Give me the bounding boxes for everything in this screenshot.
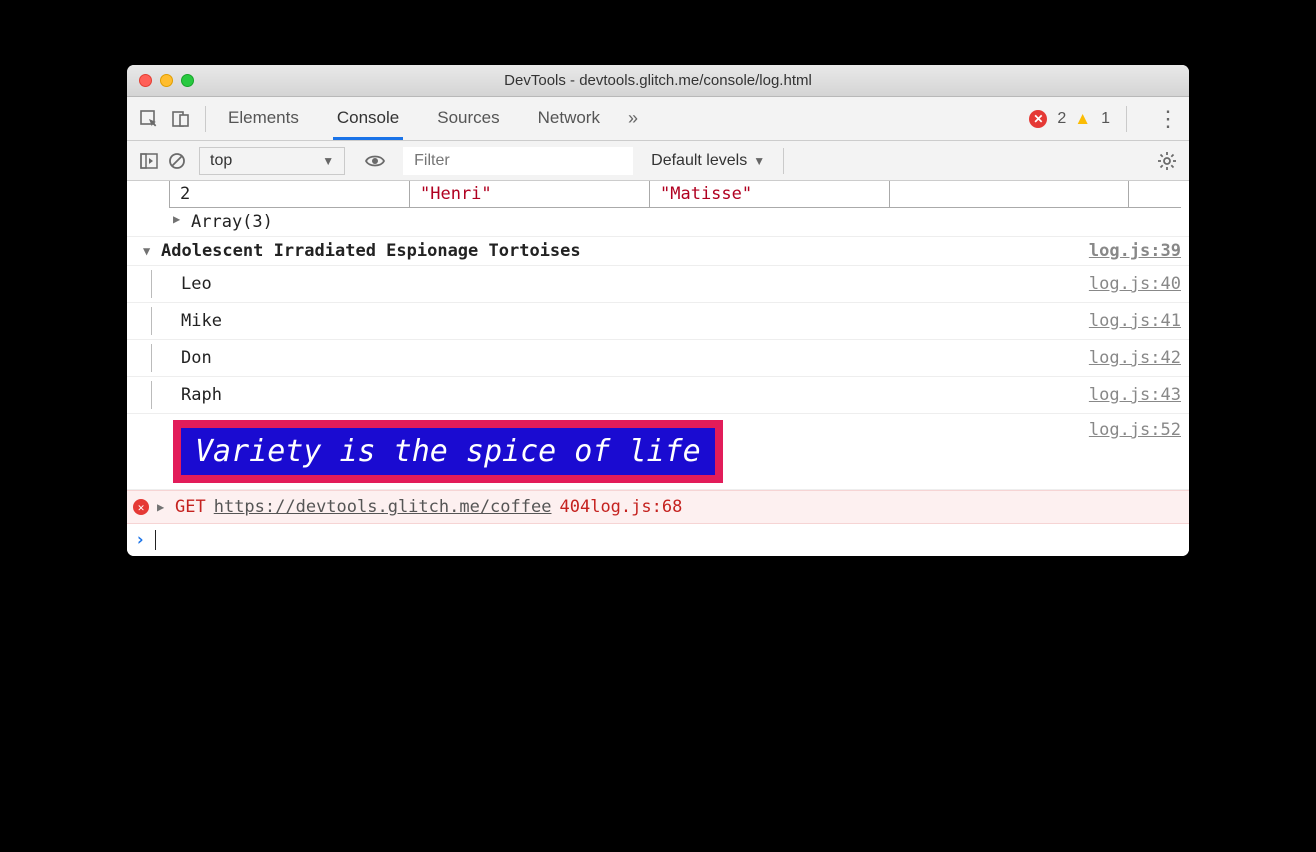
group-line [151, 344, 152, 372]
console-group-item: Raph log.js:43 [127, 377, 1189, 414]
source-link[interactable]: log.js:68 [590, 497, 682, 517]
source-link[interactable]: log.js:52 [1069, 420, 1181, 440]
window-title: DevTools - devtools.glitch.me/console/lo… [127, 72, 1189, 89]
prompt-caret-icon: › [135, 530, 145, 550]
table-cell-index: 2 [169, 181, 409, 207]
console-settings-icon[interactable] [1153, 147, 1181, 175]
console-toolbar: top ▼ Default levels ▼ [127, 141, 1189, 181]
expand-triangle-icon[interactable]: ▶ [157, 500, 171, 514]
source-link[interactable]: log.js:43 [1069, 385, 1181, 405]
error-count[interactable]: 2 [1057, 110, 1066, 128]
live-expression-icon[interactable] [361, 147, 389, 175]
console-output: 2 "Henri" "Matisse" ▶ Array(3) ▼ Adolesc… [127, 181, 1189, 556]
filter-input[interactable] [403, 147, 633, 175]
devtools-window: DevTools - devtools.glitch.me/console/lo… [127, 65, 1189, 556]
close-window-button[interactable] [139, 74, 152, 87]
execution-context-select[interactable]: top ▼ [199, 147, 345, 175]
table-cell-lastname: "Matisse" [649, 181, 889, 207]
source-link[interactable]: log.js:41 [1069, 311, 1181, 331]
inspect-element-icon[interactable] [133, 103, 165, 135]
source-link[interactable]: log.js:42 [1069, 348, 1181, 368]
clear-console-icon[interactable] [163, 147, 191, 175]
group-title: Adolescent Irradiated Espionage Tortoise… [161, 241, 581, 261]
settings-kebab-icon[interactable]: ⋮ [1157, 106, 1179, 132]
tab-sources[interactable]: Sources [433, 98, 503, 140]
console-prompt[interactable]: › [127, 524, 1189, 556]
group-line [151, 381, 152, 409]
styled-log-text: Variety is the spice of life [173, 420, 723, 483]
text-cursor [155, 530, 156, 550]
console-group-item: Don log.js:42 [127, 340, 1189, 377]
chevron-down-icon: ▼ [322, 154, 334, 168]
error-icon: ✕ [133, 499, 149, 515]
panel-tabs: Elements Console Sources Network [224, 98, 604, 140]
titlebar: DevTools - devtools.glitch.me/console/lo… [127, 65, 1189, 97]
more-tabs-button[interactable]: » [628, 108, 638, 129]
warning-badge-icon[interactable]: ▲ [1074, 109, 1091, 129]
table-cell-firstname: "Henri" [409, 181, 649, 207]
show-console-sidebar-icon[interactable] [135, 147, 163, 175]
expand-triangle-icon[interactable]: ▶ [173, 212, 187, 226]
http-status-code: 404 [559, 497, 590, 517]
group-line [151, 307, 152, 335]
network-error-row[interactable]: ✕ ▶ GET https://devtools.glitch.me/coffe… [127, 490, 1189, 524]
collapse-triangle-icon[interactable]: ▼ [143, 244, 157, 258]
log-text: Mike [181, 307, 222, 335]
log-text: Raph [181, 381, 222, 409]
separator [1126, 106, 1127, 132]
source-link[interactable]: log.js:40 [1069, 274, 1181, 294]
console-group-item: Mike log.js:41 [127, 303, 1189, 340]
separator [205, 106, 206, 132]
log-levels-select[interactable]: Default levels ▼ [651, 152, 765, 170]
array-disclosure-row[interactable]: ▶ Array(3) [127, 208, 1189, 237]
error-badge-icon[interactable]: ✕ [1029, 110, 1047, 128]
tab-network[interactable]: Network [534, 98, 604, 140]
maximize-window-button[interactable] [181, 74, 194, 87]
console-group-item: Leo log.js:40 [127, 266, 1189, 303]
styled-log-row: Variety is the spice of life log.js:52 [127, 414, 1189, 490]
device-toolbar-icon[interactable] [165, 103, 197, 135]
tab-elements[interactable]: Elements [224, 98, 303, 140]
log-text: Leo [181, 270, 212, 298]
error-url[interactable]: https://devtools.glitch.me/coffee [214, 497, 552, 517]
context-label: top [210, 152, 232, 170]
levels-label: Default levels [651, 152, 747, 170]
array-label: Array(3) [191, 212, 273, 232]
chevron-down-icon: ▼ [753, 154, 765, 168]
group-line [151, 270, 152, 298]
tab-console[interactable]: Console [333, 98, 403, 140]
separator [783, 148, 784, 174]
table-row: 2 "Henri" "Matisse" [169, 181, 1181, 208]
console-group-header[interactable]: ▼ Adolescent Irradiated Espionage Tortoi… [127, 237, 1189, 266]
traffic-lights [139, 74, 194, 87]
panel-tab-bar: Elements Console Sources Network » ✕ 2 ▲… [127, 97, 1189, 141]
warning-count[interactable]: 1 [1101, 110, 1110, 128]
log-text: Don [181, 344, 212, 372]
source-link[interactable]: log.js:39 [1069, 241, 1181, 261]
table-cell-empty [889, 181, 1129, 207]
http-method: GET [175, 497, 206, 517]
minimize-window-button[interactable] [160, 74, 173, 87]
